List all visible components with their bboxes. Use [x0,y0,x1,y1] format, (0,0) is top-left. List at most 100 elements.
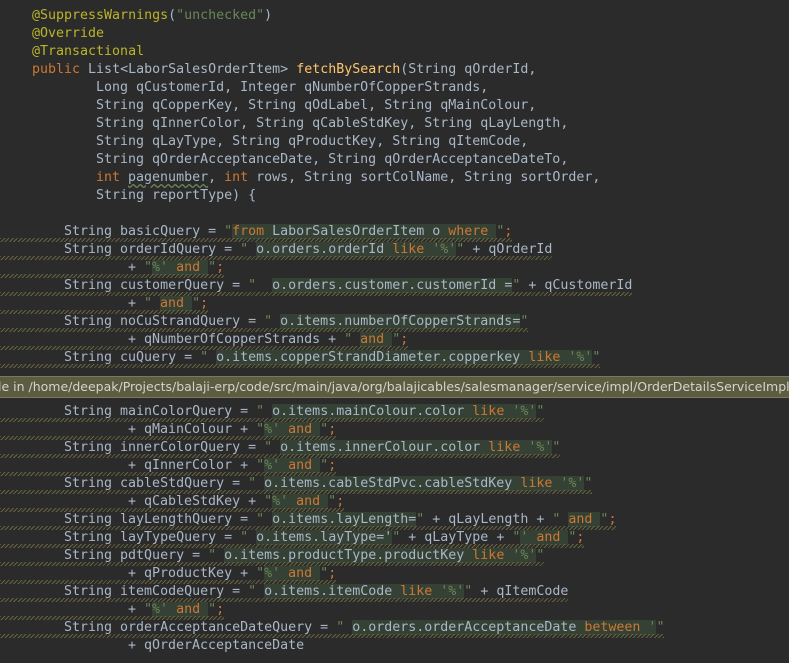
code-token: '%' [512,404,537,419]
code-token: public [32,62,89,77]
code-token: %' [272,494,297,509]
code-editor[interactable]: @SuppressWarnings("unchecked") @Override @… [0,0,789,663]
code-token: '%' [560,476,585,491]
code-token: + qCableStdKey + [128,494,265,509]
code-line: Long qCustomerId, Integer qNumberOfCoppe… [96,79,488,97]
code-token: String qInnerColor, String qCableStdKey,… [96,116,569,131]
code-token: and [568,512,601,527]
code-token: where [448,224,497,239]
code-token: o.orders.orderId [256,242,393,257]
code-token: List<LaborSalesOrderItem> [88,62,297,77]
code-token: + qProductKey + [128,566,257,581]
code-token: String innerColorQuery = [64,440,265,455]
code-token: o.items.numberOfCopperStrands= [280,314,521,329]
code-token: String cableStdQuery = [64,476,249,491]
code-token: " [256,404,273,419]
warning-underline [0,634,664,638]
code-token: ( [168,8,177,23]
code-token: String qCopperKey, String qOdLabel, Stri… [96,98,537,113]
code-token: + qOrderAcceptanceDate [128,638,305,653]
code-token: o.items.cableStdPvc.cableStdKey [264,476,521,491]
code-token: " [200,350,217,365]
code-token: String pdtQuery = [64,548,209,563]
code-token: + qInnerColor + [128,458,257,473]
code-token: @SuppressWarnings [32,8,169,23]
code-token: " [248,476,265,491]
code-token: pagenumber [128,170,209,185]
code-token: o.items.layType=' [256,530,393,545]
code-token: " [224,224,233,239]
code-token: Long qCustomerId, Integer qNumberOfCoppe… [96,80,489,95]
code-token: o.items.mainColour.color [272,404,473,419]
code-token: " [264,440,281,455]
code-token: String orderIdQuery = [64,242,241,257]
code-token: " [592,350,601,365]
code-line: int pagenumber, int rows, String sortCol… [96,169,600,187]
code-token: like [392,242,433,257]
code-token: + qLayLength + [424,512,553,527]
code-token: int [96,170,129,185]
code-token: o.items.layLength= [272,512,417,527]
code-line: + qOrderAcceptanceDate [128,637,304,655]
code-token: String layLengthQuery = [64,512,257,527]
code-token: " [240,242,257,257]
code-token: ; [608,512,617,527]
code-token: '%' [512,548,537,563]
code-token: " [552,512,569,527]
code-token: String mainColorQuery = [64,404,257,419]
code-token: + [128,260,145,275]
code-token: String layTypeQuery = [64,530,241,545]
code-token: " [584,476,593,491]
code-token: + qItemCode [472,584,569,599]
code-token: " [344,332,361,347]
code-token: and [288,458,321,473]
code-token: ; [328,566,337,581]
code-token: " [208,260,217,275]
code-token: " [256,458,265,473]
code-token: o.items.innerColour.color [280,440,489,455]
code-line: @Transactional [32,43,144,61]
code-line: String qInnerColor, String qCableStdKey,… [96,115,568,133]
code-token: " [192,296,201,311]
code-token: " [320,458,329,473]
code-token: " [536,548,545,563]
warning-underline [0,598,568,602]
code-token: ; [216,602,225,617]
code-token: LaborSalesOrderItem o [272,224,449,239]
code-token: " [264,314,281,329]
code-token: String itemCodeQuery = [64,584,249,599]
code-token: and [176,602,209,617]
code-token: %' [152,602,177,617]
code-token: , [208,170,225,185]
code-token: ; [216,260,225,275]
code-token: + qLayType + [400,530,513,545]
code-token: String qOrderAcceptanceDate, String qOrd… [96,152,569,167]
code-token: + [128,296,145,311]
code-line: public List<LaborSalesOrderItem> fetchBy… [32,61,536,79]
code-token: like [520,476,561,491]
code-token: '%' [432,242,457,257]
file-path-tooltip: le in /home/deepak/Projects/balaji-erp/c… [0,376,789,398]
code-token: " [208,602,217,617]
code-token: like [472,404,513,419]
code-token: and [360,332,393,347]
code-token: " [264,494,273,509]
code-line: String reportType) { [96,187,256,205]
code-token: %' [264,422,289,437]
code-token: " [144,602,153,617]
code-token: and [176,260,209,275]
code-token: @Override [32,26,105,41]
code-token: " [240,530,257,545]
code-line: String qOrderAcceptanceDate, String qOrd… [96,151,568,169]
code-token: like [488,440,529,455]
code-token: " [328,494,337,509]
code-token: " [320,422,329,437]
code-token: + qMainColour + [128,422,257,437]
code-token: String reportType) { [96,188,257,203]
code-token: " [536,404,545,419]
code-token: (String qOrderId, [400,62,537,77]
code-token: o.items.productType.productKey [224,548,473,563]
warning-underline [0,292,632,296]
code-token: '%' [528,440,553,455]
code-token: like [472,548,513,563]
